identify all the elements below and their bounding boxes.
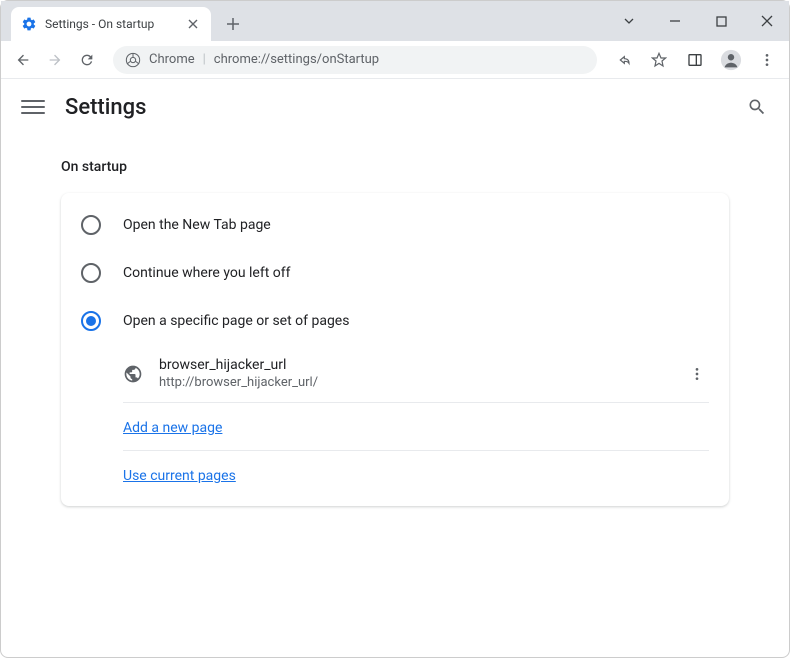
hamburger-menu[interactable] (21, 95, 45, 119)
section-title: On startup (61, 159, 729, 175)
radio-icon (81, 263, 101, 283)
radio-continue[interactable]: Continue where you left off (61, 249, 729, 297)
radio-icon-selected (81, 311, 101, 331)
add-page-row: Add a new page (123, 403, 709, 451)
chrome-icon (125, 52, 141, 68)
page-info: browser_hijacker_url http://browser_hija… (159, 357, 669, 390)
close-icon[interactable] (185, 16, 201, 32)
globe-icon (123, 364, 143, 384)
omnibox-divider: | (203, 52, 206, 67)
use-current-row: Use current pages (123, 451, 709, 498)
more-options-button[interactable] (685, 362, 709, 386)
profile-icon[interactable] (717, 46, 745, 74)
settings-header: Settings (1, 79, 789, 135)
back-button[interactable] (9, 46, 37, 74)
search-icon[interactable] (745, 95, 769, 119)
radio-label: Open the New Tab page (123, 217, 271, 233)
radio-new-tab[interactable]: Open the New Tab page (61, 201, 729, 249)
minimize-button[interactable] (661, 7, 689, 35)
reload-button[interactable] (73, 46, 101, 74)
omnibox-prefix: Chrome (149, 52, 195, 67)
radio-label: Continue where you left off (123, 265, 291, 281)
page-entry: browser_hijacker_url http://browser_hija… (123, 345, 709, 403)
share-icon[interactable] (609, 46, 637, 74)
toolbar-actions (609, 46, 781, 74)
radio-specific-pages[interactable]: Open a specific page or set of pages (61, 297, 729, 345)
page-url: http://browser_hijacker_url/ (159, 375, 669, 390)
sidepanel-icon[interactable] (681, 46, 709, 74)
use-current-link[interactable]: Use current pages (123, 468, 236, 484)
page-title: Settings (65, 95, 146, 120)
radio-label: Open a specific page or set of pages (123, 313, 349, 329)
chevron-down-icon[interactable] (615, 7, 643, 35)
maximize-button[interactable] (707, 7, 735, 35)
omnibox-url: chrome://settings/onStartup (214, 52, 379, 67)
browser-tab[interactable]: Settings - On startup (11, 7, 211, 41)
tab-title: Settings - On startup (45, 17, 154, 31)
gear-icon (21, 16, 37, 32)
specific-pages-list: browser_hijacker_url http://browser_hija… (61, 345, 729, 498)
toolbar: Chrome | chrome://settings/onStartup (1, 41, 789, 79)
address-bar[interactable]: Chrome | chrome://settings/onStartup (113, 46, 597, 74)
forward-button[interactable] (41, 46, 69, 74)
radio-icon (81, 215, 101, 235)
window-controls (615, 1, 781, 41)
close-button[interactable] (753, 7, 781, 35)
titlebar: Settings - On startup (1, 1, 789, 41)
startup-card: Open the New Tab page Continue where you… (61, 193, 729, 506)
new-tab-button[interactable] (219, 10, 247, 38)
page-name: browser_hijacker_url (159, 357, 669, 373)
add-page-link[interactable]: Add a new page (123, 420, 222, 436)
content: On startup Open the New Tab page Continu… (1, 135, 789, 506)
menu-icon[interactable] (753, 46, 781, 74)
bookmark-icon[interactable] (645, 46, 673, 74)
